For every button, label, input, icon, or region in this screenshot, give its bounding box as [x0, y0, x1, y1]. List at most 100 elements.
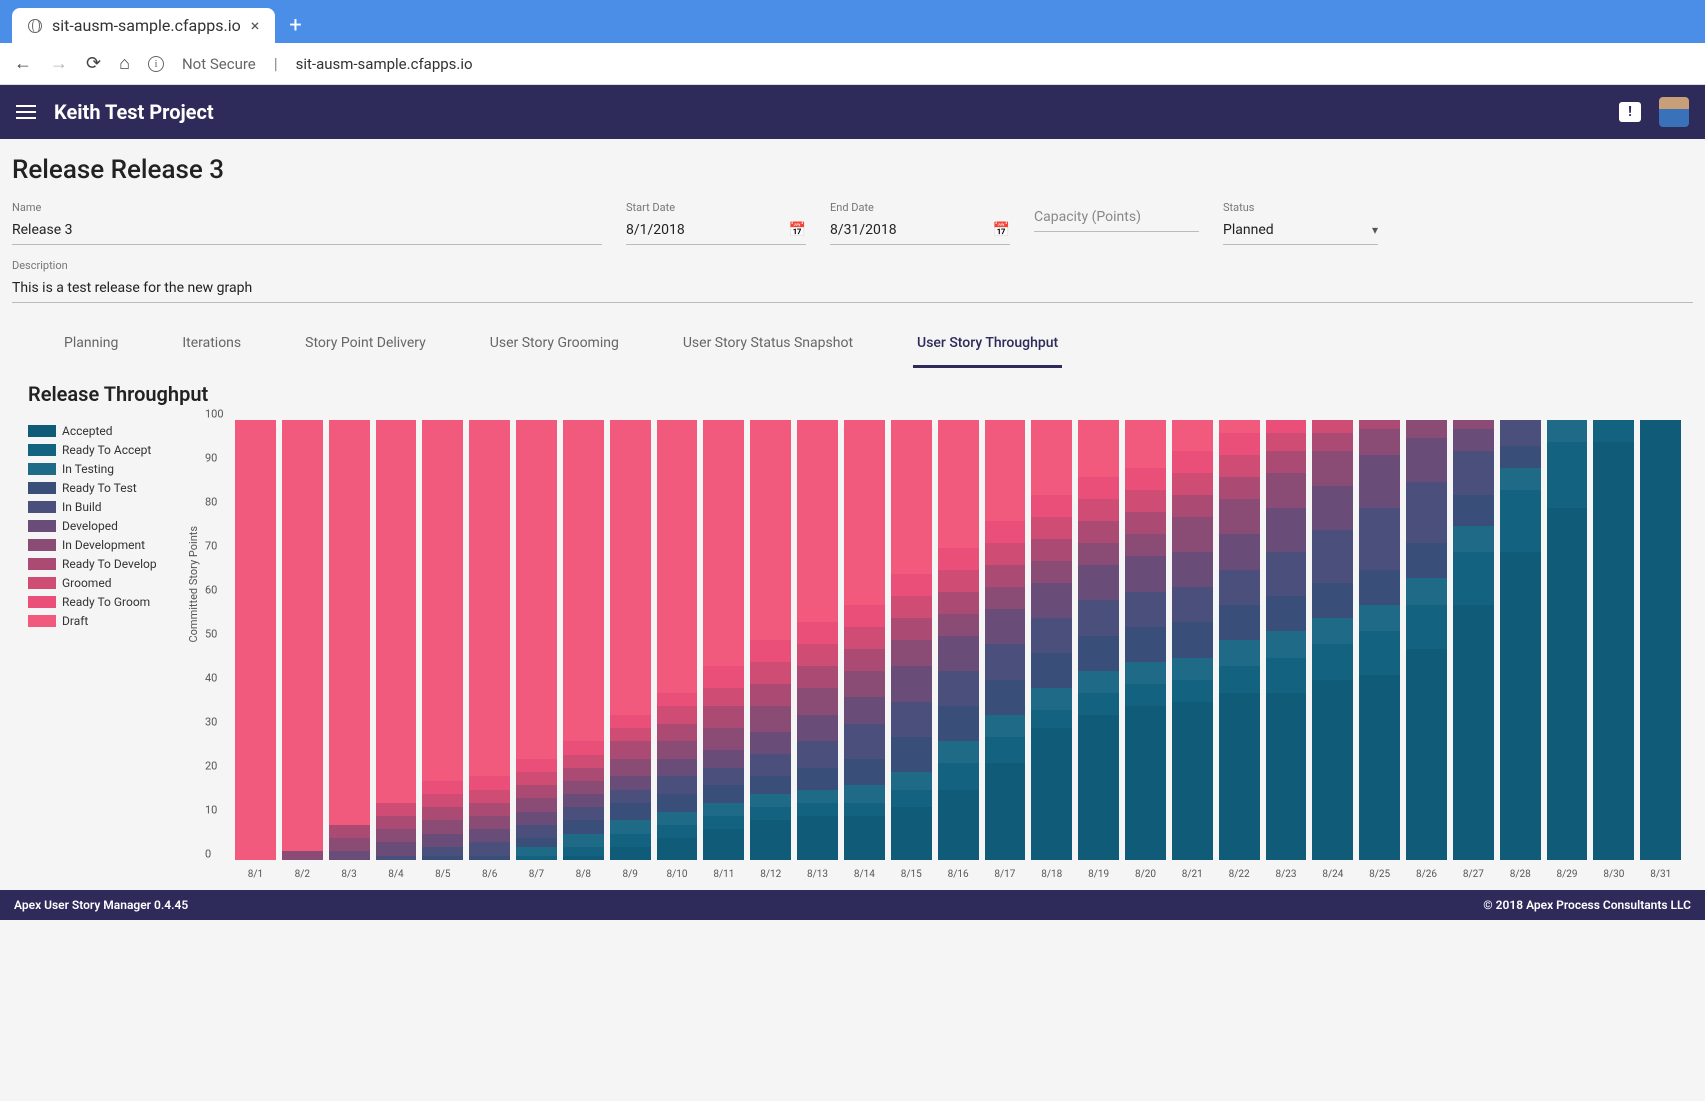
start-date-field[interactable]: Start Date 8/1/2018📅 [626, 201, 806, 245]
bar-segment [469, 816, 510, 829]
bar-segment [329, 838, 370, 851]
bar-segment [610, 715, 651, 728]
bar-segment [1172, 473, 1213, 495]
bar-segment [1125, 684, 1166, 706]
bar-segment [891, 640, 932, 666]
bar-segment [844, 605, 885, 627]
tab-story-point-delivery[interactable]: Story Point Delivery [301, 325, 430, 368]
legend-label: Ready To Test [62, 481, 137, 495]
forward-icon[interactable]: → [50, 53, 68, 74]
end-date-field[interactable]: End Date 8/31/2018📅 [830, 201, 1010, 245]
bar-segment [891, 596, 932, 618]
bar-segment [1266, 473, 1307, 508]
home-icon[interactable]: ⌂ [119, 53, 130, 74]
bar-segment [1312, 433, 1353, 451]
bar-segment [422, 794, 463, 807]
url-text[interactable]: sit-ausm-sample.cfapps.io [296, 55, 473, 73]
bar-column: 8/19 [1078, 420, 1119, 860]
bar-segment [1172, 702, 1213, 860]
bar-segment [938, 636, 979, 671]
bar-segment [750, 807, 791, 820]
x-tick-label: 8/5 [435, 869, 450, 880]
tab-close-icon[interactable]: × [251, 16, 260, 35]
bar-segment [750, 794, 791, 807]
tab-planning[interactable]: Planning [60, 325, 122, 368]
browser-tab[interactable]: sit-ausm-sample.cfapps.io × [12, 8, 275, 43]
bar-segment [422, 847, 463, 856]
new-tab-button[interactable]: + [283, 13, 307, 38]
x-tick-label: 8/29 [1557, 869, 1578, 880]
bar-segment [516, 759, 557, 772]
bar-segment [1078, 521, 1119, 543]
bar-segment [1172, 451, 1213, 473]
address-bar: ← → ⟳ ⌂ i Not Secure | sit-ausm-sample.c… [0, 43, 1705, 85]
calendar-icon[interactable]: 📅 [789, 222, 806, 238]
bar-segment [1031, 728, 1072, 860]
bar-segment [1266, 552, 1307, 596]
bar-column: 8/18 [1031, 420, 1072, 860]
bar-column: 8/17 [985, 420, 1026, 860]
back-icon[interactable]: ← [14, 53, 32, 74]
dropdown-icon[interactable]: ▾ [1372, 223, 1378, 237]
avatar[interactable] [1659, 97, 1689, 127]
bar-segment [610, 420, 651, 715]
y-tick-label: 80 [205, 495, 217, 508]
bar-segment [422, 820, 463, 833]
bar-segment [1031, 653, 1072, 688]
bar-segment [282, 851, 323, 860]
bar-segment [750, 732, 791, 754]
bar-segment [703, 706, 744, 728]
legend-swatch [28, 615, 56, 627]
reload-icon[interactable]: ⟳ [86, 53, 101, 74]
bar-segment [844, 649, 885, 671]
bar-segment [563, 834, 604, 847]
calendar-icon[interactable]: 📅 [993, 222, 1010, 238]
name-field[interactable]: Name Release 3 [12, 201, 602, 245]
description-field[interactable]: Description This is a test release for t… [12, 259, 1693, 303]
bar-segment [1406, 482, 1447, 544]
bar-column: 8/29 [1547, 420, 1588, 860]
bar-column: 8/5 [422, 420, 463, 860]
bar-segment [703, 803, 744, 816]
bar-segment [1406, 420, 1447, 438]
bar-segment [797, 644, 838, 666]
tab-user-story-grooming[interactable]: User Story Grooming [486, 325, 623, 368]
bar-segment [422, 781, 463, 794]
globe-icon [28, 19, 42, 33]
bar-segment [1219, 666, 1260, 692]
name-value: Release 3 [12, 222, 72, 238]
bar-segment [985, 763, 1026, 860]
capacity-field[interactable]: Capacity (Points) [1034, 201, 1199, 245]
bar-segment [844, 420, 885, 605]
bar-segment [657, 741, 698, 759]
name-label: Name [12, 201, 602, 214]
bar-segment [1078, 715, 1119, 860]
x-tick-label: 8/2 [295, 869, 310, 880]
tab-user-story-throughput[interactable]: User Story Throughput [913, 325, 1062, 368]
bar-segment [844, 697, 885, 723]
status-field[interactable]: Status Planned▾ [1223, 201, 1378, 245]
start-date-value: 8/1/2018 [626, 222, 685, 238]
menu-icon[interactable] [16, 105, 36, 119]
bar-segment [844, 671, 885, 697]
bar-segment [1031, 710, 1072, 728]
bar-segment [891, 618, 932, 640]
bar-segment [1359, 675, 1400, 860]
legend-item: In Testing [28, 462, 183, 476]
tab-iterations[interactable]: Iterations [178, 325, 245, 368]
legend-item: Developed [28, 519, 183, 533]
bar-segment [1547, 442, 1588, 508]
bar-segment [1031, 618, 1072, 653]
bar-segment [938, 741, 979, 763]
tab-user-story-status-snapshot[interactable]: User Story Status Snapshot [679, 325, 857, 368]
bar-segment [1219, 455, 1260, 477]
bar-segment [1219, 433, 1260, 455]
bar-column: 8/13 [797, 420, 838, 860]
bar-segment [1453, 495, 1494, 526]
status-label: Status [1223, 201, 1378, 214]
bar-column: 8/6 [469, 420, 510, 860]
feedback-icon[interactable]: ! [1619, 102, 1641, 122]
bar-segment [469, 803, 510, 816]
info-icon[interactable]: i [148, 56, 164, 72]
legend-label: In Development [62, 538, 145, 552]
